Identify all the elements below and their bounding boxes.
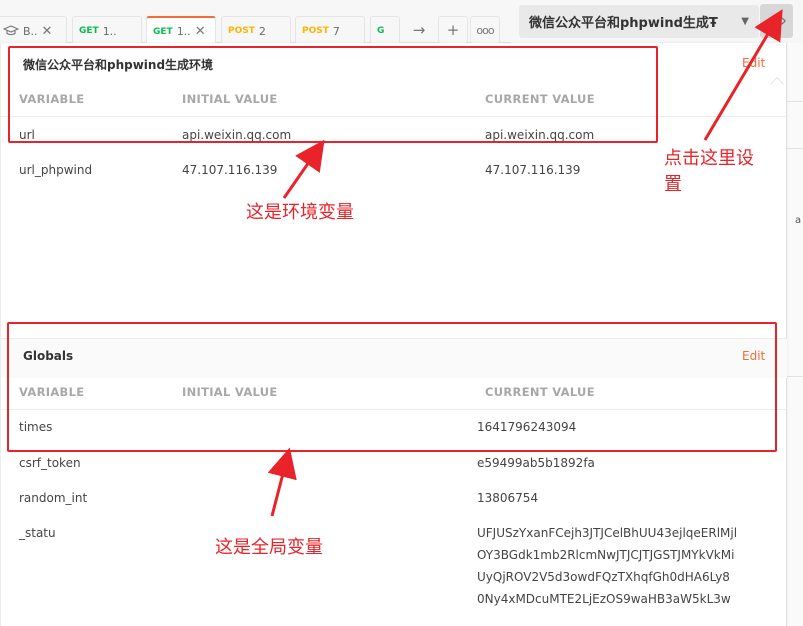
arrow-right-icon[interactable]: → [404,16,434,44]
tab-3[interactable]: POST 2 [221,16,291,45]
globals-row-2-variable: random_int [19,491,88,505]
annotation-settings-label-2: 置 [664,174,682,195]
background-text-fragment: a [795,215,802,226]
new-tab-button[interactable]: + [438,16,468,44]
background-panel: a [786,43,803,626]
chevron-down-icon: ▼ [741,16,749,27]
tab-4[interactable]: POST 7 [295,16,365,45]
tab-2-method: GET [153,26,173,37]
tab-1[interactable]: GET 1.. [72,16,142,45]
environment-selected: 微信公众平台和phpwind生成Ŧ [529,16,718,31]
tab-5-method: G [377,26,385,36]
tab-4-label: 7 [332,24,340,38]
globals-row-3-current-line: UFJUSzYxanFCejh3JTJCelBhUU43ejlqeERlMjl [477,526,738,540]
tab-bar: B.. ✕ GET 1.. GET 1.. ✕ POST 2 POST 7 G … [0,0,511,45]
close-icon[interactable]: ✕ [42,24,53,39]
tab-0[interactable]: B.. ✕ [0,16,67,45]
env-row-1-variable: url_phpwind [19,163,93,177]
eye-icon [767,16,786,26]
env-row-1-initial: 47.107.116.139 [182,163,278,177]
globals-row-3-current: UFJUSzYxanFCejh3JTJCelBhUU43ejlqeERlMjl … [477,522,747,610]
globals-row-3-current-line: OY3BGdk1mb2RlcmNwJTJCJTJGSTJMYkVkMi [477,548,735,562]
globals-row-2-current: 13806754 [477,491,539,505]
tab-5[interactable]: G [370,16,400,45]
more-icon: ooo [476,23,494,37]
globals-row-1-variable: csrf_token [19,456,81,470]
tab-3-label: 2 [258,24,266,38]
tab-1-method: GET [79,26,99,36]
tab-2[interactable]: GET 1.. ✕ [146,16,216,45]
annotation-env-label: 这是环境变量 [246,202,354,223]
close-icon[interactable]: ✕ [195,24,206,39]
environment-selector[interactable]: 微信公众平台和phpwind生成Ŧ ▼ [519,5,759,38]
globals-row-3-current-line: 0Ny4xMDcuMTE2LjEzOS9waHB3aW5kL3w [477,592,731,606]
globals-row-3-current-line: UyQjROV2V5d3owdFQzTXhqfGh0dHA6Ly8 [477,570,730,584]
graduation-cap-icon [3,25,19,36]
tab-2-label: 1.. [176,25,191,38]
more-tabs-button[interactable]: ooo [470,16,500,44]
annotation-settings-label-1: 点击这里设 [664,148,754,169]
globals-row-3-variable: _statu [19,526,56,540]
tab-0-label: B.. [23,24,38,38]
environment-bar: 微信公众平台和phpwind生成Ŧ ▼ [511,0,803,43]
env-row-1-current: 47.107.116.139 [485,163,581,177]
environment-quick-look-button[interactable] [760,4,793,38]
annotation-globals-label: 这是全局变量 [215,537,323,558]
tab-1-label: 1.. [102,24,117,38]
plus-icon: + [446,21,460,39]
globals-row-1-current: e59499ab5b1892fa [477,456,595,470]
annotation-box-environment [8,46,658,143]
tab-3-method: POST [228,26,255,36]
environment-edit-link[interactable]: Edit [742,56,765,70]
tab-4-method: POST [302,26,329,36]
annotation-box-globals [7,322,777,452]
